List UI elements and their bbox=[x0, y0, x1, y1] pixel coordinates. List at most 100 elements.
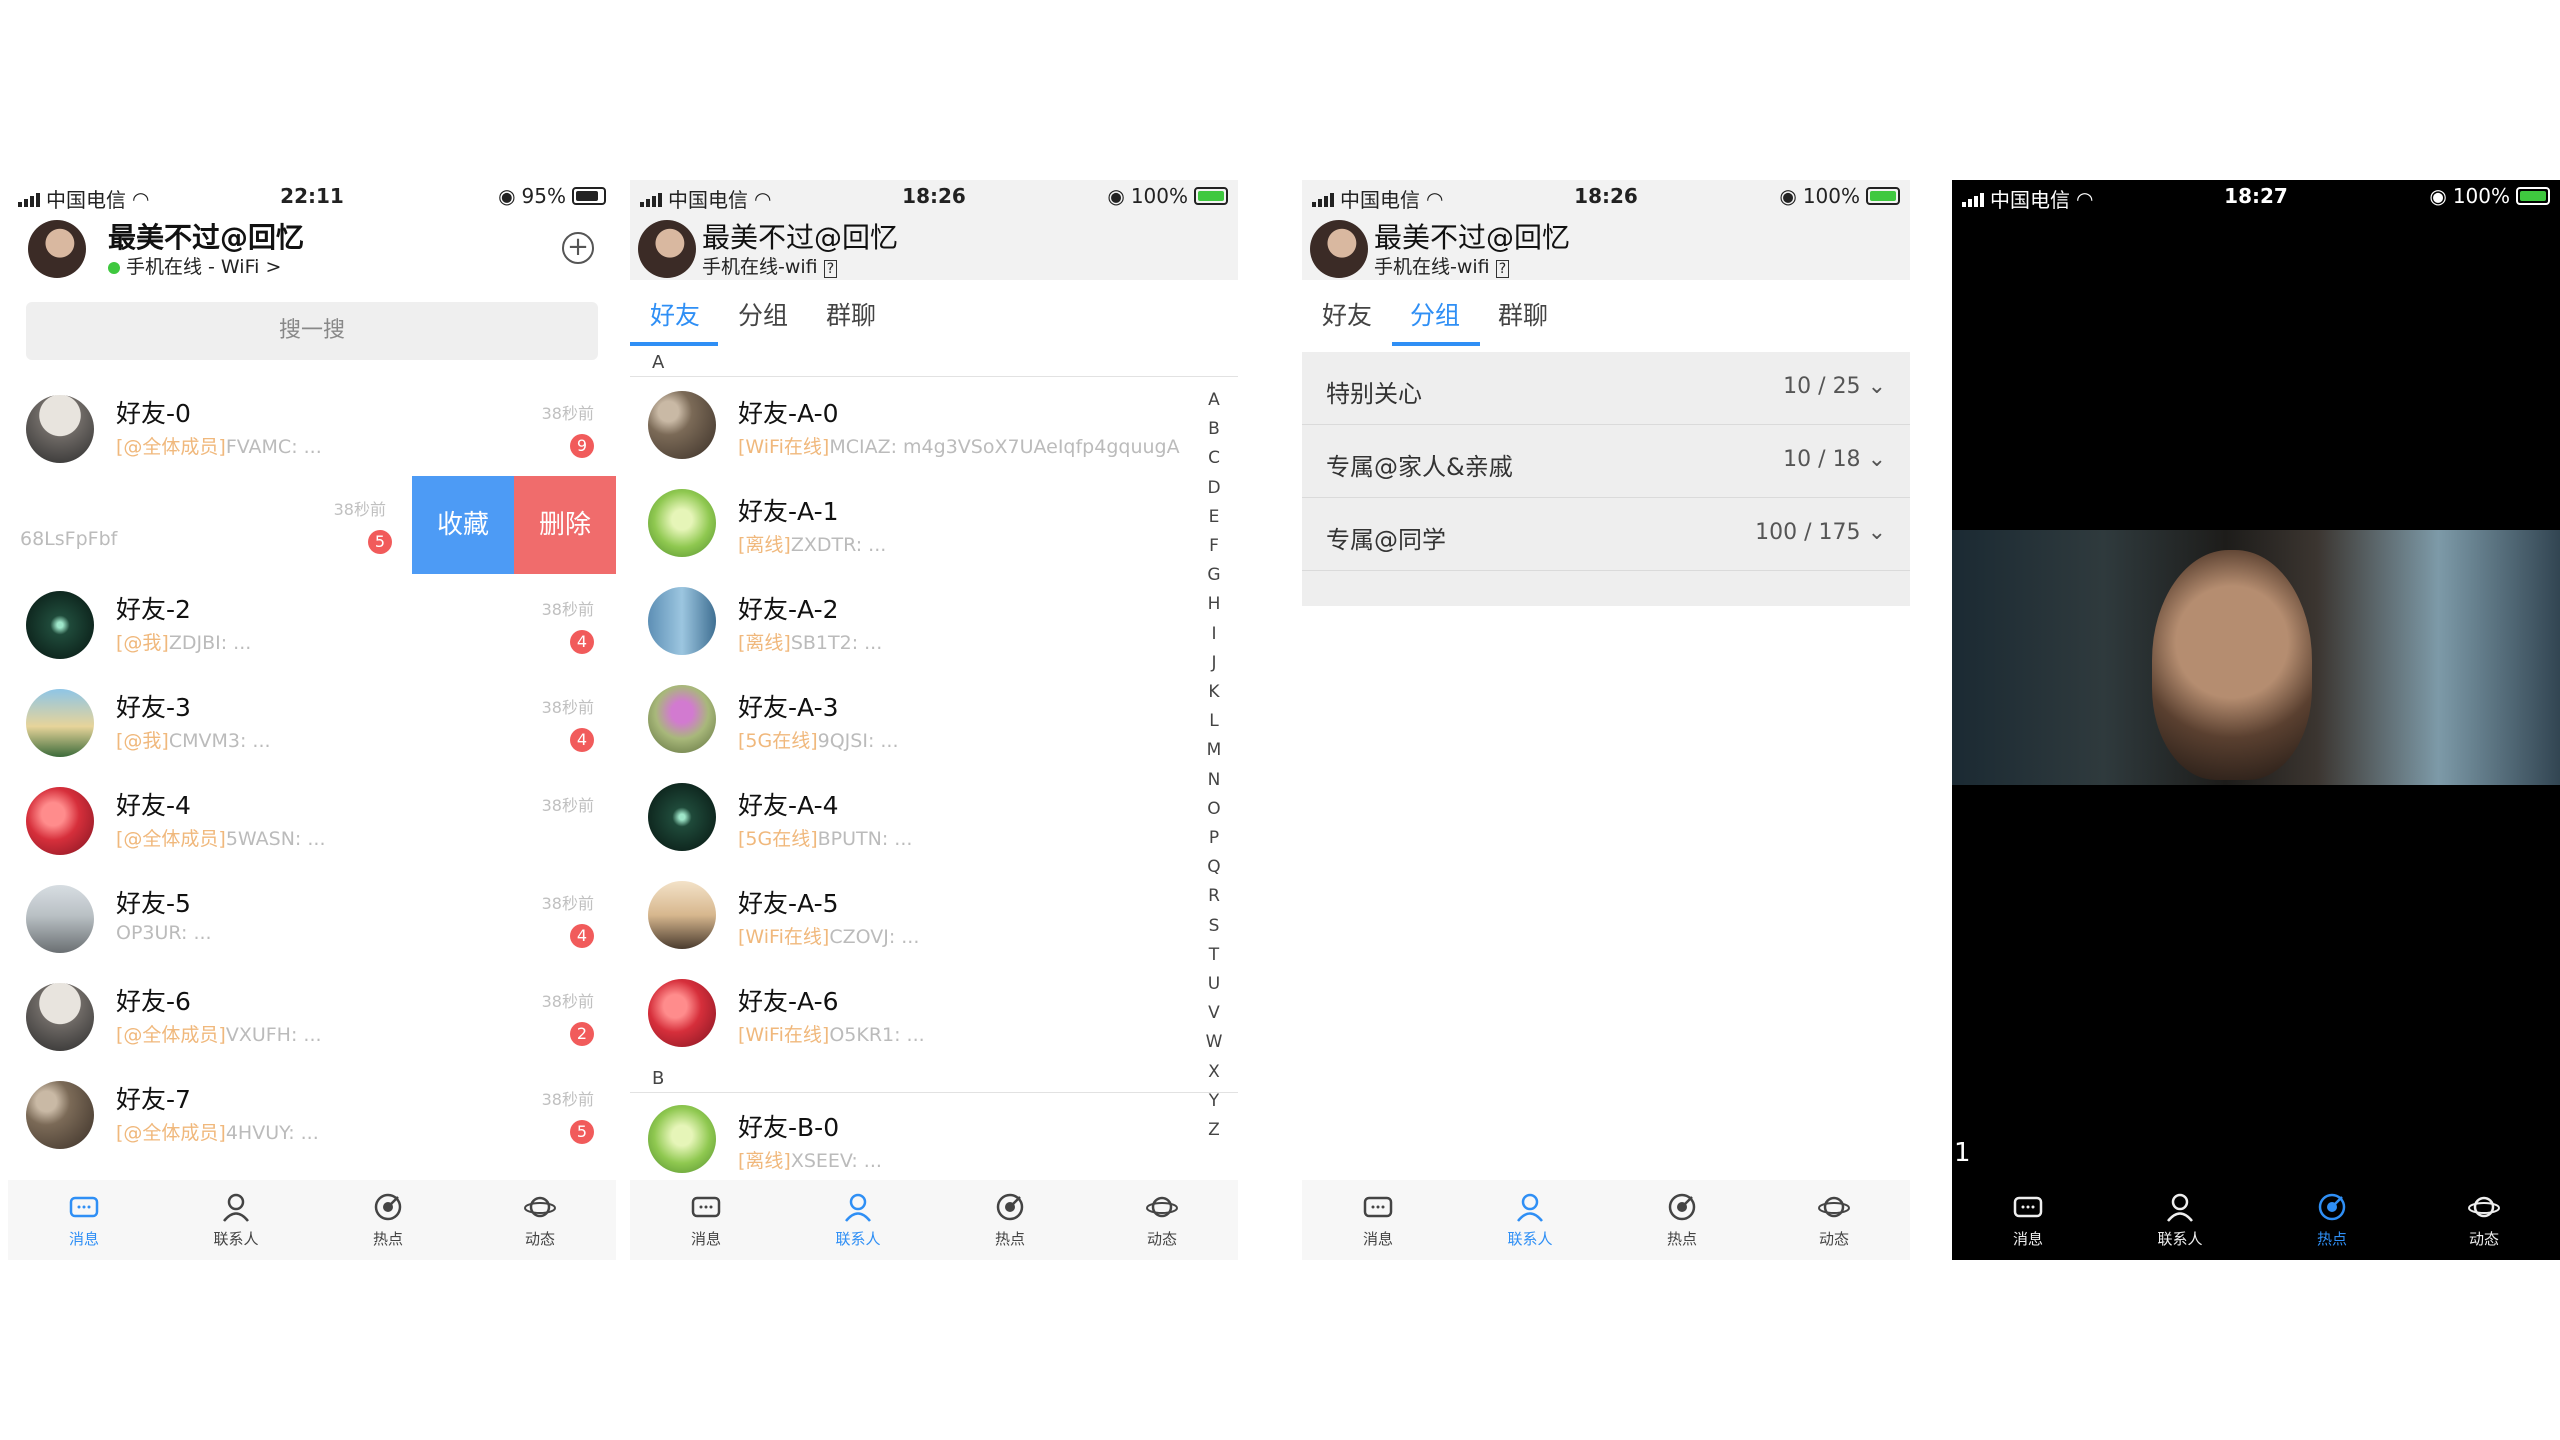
index-letter[interactable]: C bbox=[1204, 444, 1224, 473]
group-name: 特别关心 bbox=[1326, 380, 1422, 408]
preview-text: FVAMC: ... bbox=[225, 436, 322, 458]
friend-name: 好友-A-6 bbox=[738, 987, 839, 1016]
tab-contacts[interactable]: 联系人 bbox=[782, 1180, 934, 1260]
list-item[interactable]: 好友-A-2 [离线]SB1T2: ... bbox=[630, 572, 1200, 670]
index-letter[interactable]: Y bbox=[1204, 1087, 1224, 1116]
orientation-lock-icon: ◉ bbox=[2429, 184, 2447, 208]
friend-name: 好友-A-3 bbox=[738, 693, 839, 722]
index-letter[interactable]: S bbox=[1204, 912, 1224, 941]
help-icon[interactable]: ? bbox=[823, 260, 838, 278]
list-item[interactable]: 好友-2 [@我]ZDJBI: ... 38秒前 4 bbox=[8, 576, 616, 674]
group-row[interactable]: 专属@家人&亲戚 10 / 18 ⌄ bbox=[1302, 425, 1910, 498]
index-letter[interactable]: G bbox=[1204, 561, 1224, 590]
index-letter[interactable]: E bbox=[1204, 503, 1224, 532]
list-item[interactable]: 好友-A-1 [离线]ZXDTR: ... bbox=[630, 474, 1200, 572]
plus-circle-icon[interactable]: + bbox=[562, 232, 594, 264]
index-letter[interactable]: P bbox=[1204, 824, 1224, 853]
tab-moments[interactable]: 动态 bbox=[2408, 1180, 2560, 1260]
collect-button[interactable]: 收藏 bbox=[412, 476, 514, 574]
tab-groups[interactable]: 分组 bbox=[1410, 296, 1460, 332]
tab-contacts[interactable]: 联系人 bbox=[2104, 1180, 2256, 1260]
index-letter[interactable]: O bbox=[1204, 795, 1224, 824]
tab-contacts[interactable]: 联系人 bbox=[160, 1180, 312, 1260]
list-item[interactable]: 好友-A-0 [WiFi在线]MCIAZ: m4g3VSoX7UAeIqfp4g… bbox=[630, 376, 1200, 474]
group-row[interactable]: 特别关心 10 / 25 ⌄ bbox=[1302, 352, 1910, 425]
index-letter[interactable]: I bbox=[1204, 620, 1224, 649]
tab-hot[interactable]: 热点 bbox=[2256, 1180, 2408, 1260]
avatar[interactable] bbox=[28, 220, 86, 278]
profile-header: 最美不过@回忆 手机在线 - WiFi > + bbox=[8, 210, 616, 280]
avatar[interactable] bbox=[1310, 220, 1368, 278]
tab-moments[interactable]: 动态 bbox=[464, 1180, 616, 1260]
index-letter[interactable]: U bbox=[1204, 970, 1224, 999]
index-letter[interactable]: B bbox=[1204, 415, 1224, 444]
online-status: 手机在线-wifi ? bbox=[1374, 252, 1510, 279]
list-item[interactable]: 好友-B-0 [离线]XSEEV: ... bbox=[630, 1090, 1200, 1188]
list-item[interactable]: 好友-5 OP3UR: ... 38秒前 4 bbox=[8, 870, 616, 968]
tab-hot[interactable]: 热点 bbox=[312, 1180, 464, 1260]
tab-messages[interactable]: 消息 bbox=[630, 1180, 782, 1260]
list-item[interactable]: 好友-A-3 [5G在线]9QJSI: ... bbox=[630, 670, 1200, 768]
list-item[interactable]: 好友-A-4 [5G在线]BPUTN: ... bbox=[630, 768, 1200, 866]
index-letter[interactable]: L bbox=[1204, 707, 1224, 736]
index-letter[interactable]: W bbox=[1204, 1028, 1224, 1057]
tab-moments[interactable]: 动态 bbox=[1086, 1180, 1238, 1260]
list-item[interactable]: 好友-7 [@全体成员]4HVUY: ... 38秒前 5 bbox=[8, 1066, 616, 1164]
index-letter[interactable]: X bbox=[1204, 1058, 1224, 1087]
index-letter[interactable]: V bbox=[1204, 999, 1224, 1028]
list-item[interactable]: 好友-A-5 [WiFi在线]CZOVJ: ... bbox=[630, 866, 1200, 964]
index-letter[interactable]: K bbox=[1204, 678, 1224, 707]
tab-contacts[interactable]: 联系人 bbox=[1454, 1180, 1606, 1260]
tab-hot[interactable]: 热点 bbox=[934, 1180, 1086, 1260]
help-icon[interactable]: ? bbox=[1495, 260, 1510, 278]
index-letter[interactable]: D bbox=[1204, 474, 1224, 503]
tab-group-chats[interactable]: 群聊 bbox=[826, 296, 876, 332]
index-letter[interactable]: H bbox=[1204, 590, 1224, 619]
index-letter[interactable]: M bbox=[1204, 736, 1224, 765]
tab-moments[interactable]: 动态 bbox=[1758, 1180, 1910, 1260]
video-player[interactable] bbox=[1952, 530, 2560, 785]
alphabet-index[interactable]: ABCDEFGHIJKLMNOPQRSTUVWXYZ bbox=[1204, 386, 1224, 1145]
index-letter[interactable]: J bbox=[1204, 649, 1224, 678]
tab-friends[interactable]: 好友 bbox=[650, 296, 700, 332]
status-text: MCIAZ: m4g3VSoX7UAeIqfp4gquugA bbox=[829, 436, 1180, 458]
preview-text: 68LsFpFbf bbox=[20, 528, 118, 550]
contact-name: 好友-6 bbox=[116, 987, 191, 1016]
list-item[interactable]: 好友-4 [@全体成员]5WASN: ... 38秒前 bbox=[8, 772, 616, 870]
contact-name: 好友-5 bbox=[116, 889, 191, 918]
list-item[interactable]: 好友-0 [@全体成员]FVAMC: ... 38秒前 9 bbox=[8, 380, 616, 478]
status-bar: 中国电信 ◠ 18:27 ◉ 100% bbox=[1952, 180, 2560, 212]
tab-messages[interactable]: 消息 bbox=[1952, 1180, 2104, 1260]
list-item[interactable]: 好友-3 [@我]CMVM3: ... 38秒前 4 bbox=[8, 674, 616, 772]
person-icon bbox=[845, 1193, 871, 1222]
list-item[interactable]: 好友-6 [@全体成员]VXUFH: ... 38秒前 2 bbox=[8, 968, 616, 1066]
index-letter[interactable]: F bbox=[1204, 532, 1224, 561]
delete-button[interactable]: 删除 bbox=[514, 476, 616, 574]
friend-status: [离线]XSEEV: ... bbox=[738, 1146, 1198, 1173]
message-time: 38秒前 bbox=[541, 1090, 594, 1109]
status-text: 9QJSI: ... bbox=[817, 730, 899, 752]
tab-hot[interactable]: 热点 bbox=[1606, 1180, 1758, 1260]
list-item[interactable]: 好友-A-6 [WiFi在线]O5KR1: ... bbox=[630, 964, 1200, 1062]
search-input[interactable]: 搜一搜 bbox=[26, 302, 598, 360]
avatar bbox=[648, 783, 716, 851]
avatar[interactable] bbox=[638, 220, 696, 278]
tab-messages[interactable]: 消息 bbox=[8, 1180, 160, 1260]
index-letter[interactable]: A bbox=[1204, 386, 1224, 415]
tab-group-chats[interactable]: 群聊 bbox=[1498, 296, 1548, 332]
tab-groups[interactable]: 分组 bbox=[738, 296, 788, 332]
profile-name: 最美不过@回忆 bbox=[108, 221, 305, 254]
index-letter[interactable]: R bbox=[1204, 882, 1224, 911]
tab-messages[interactable]: 消息 bbox=[1302, 1180, 1454, 1260]
index-letter[interactable]: Q bbox=[1204, 853, 1224, 882]
index-letter[interactable]: Z bbox=[1204, 1116, 1224, 1145]
online-status-text[interactable]: 手机在线 - WiFi > bbox=[126, 256, 281, 278]
group-row[interactable]: 专属@同学 100 / 175 ⌄ bbox=[1302, 498, 1910, 571]
index-letter[interactable]: T bbox=[1204, 941, 1224, 970]
contact-name: 好友-0 bbox=[116, 399, 191, 428]
list-item-swiped[interactable]: 68LsFpFbf 38秒前 5 收藏 删除 bbox=[8, 476, 616, 574]
tab-friends[interactable]: 好友 bbox=[1322, 296, 1372, 332]
index-letter[interactable]: N bbox=[1204, 766, 1224, 795]
group-count-text: 100 / 175 bbox=[1755, 520, 1861, 545]
tab-label: 消息 bbox=[68, 1230, 99, 1248]
